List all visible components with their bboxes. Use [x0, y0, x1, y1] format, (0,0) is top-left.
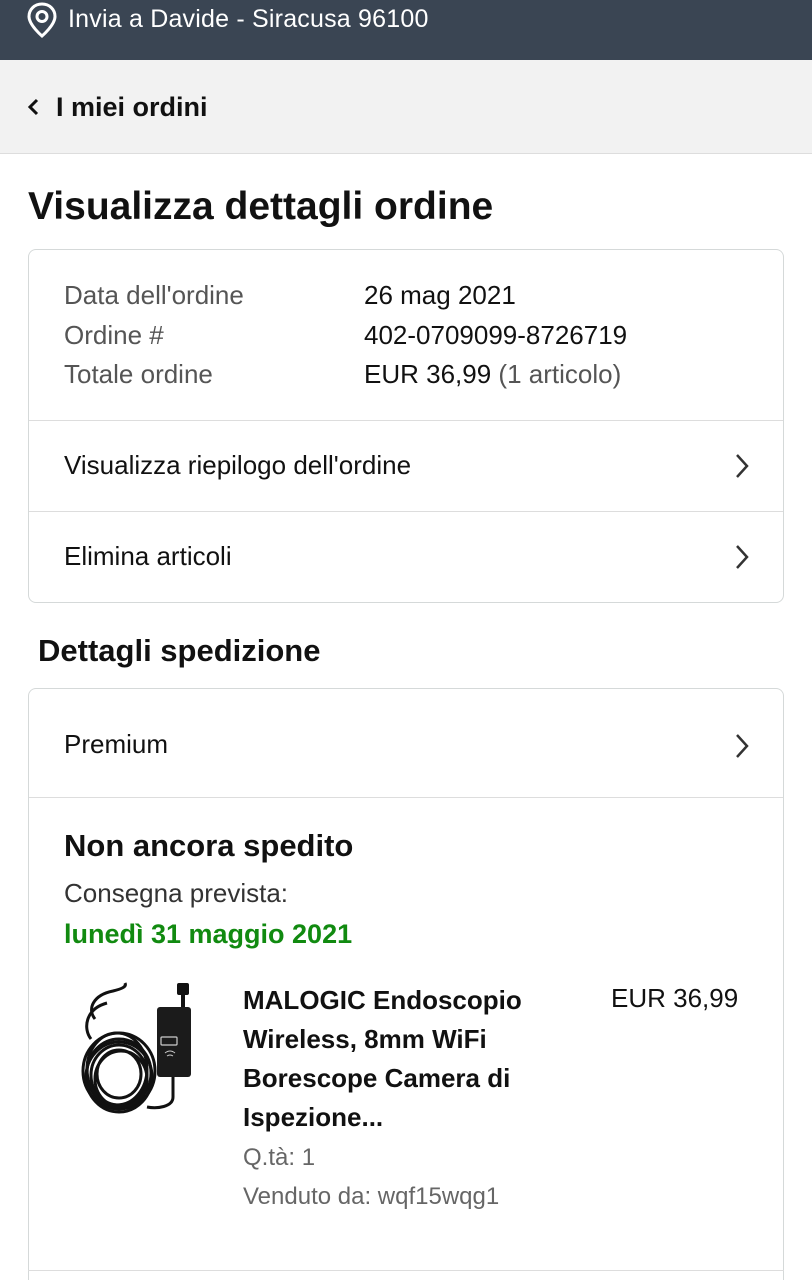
delete-items-label: Elimina articoli	[64, 541, 232, 571]
product-price: EUR 36,99	[611, 983, 739, 1013]
delivery-address-bar[interactable]: Invia a Davide - Siracusa 96100	[0, 0, 812, 60]
product-quantity: Q.tà: 1	[243, 1144, 316, 1171]
back-link-my-orders[interactable]: I miei ordini	[56, 90, 208, 124]
chevron-right-icon	[736, 545, 749, 569]
shipping-method-row[interactable]: Premium	[29, 689, 783, 797]
order-date-value: 26 mag 2021	[364, 280, 516, 310]
location-pin-icon	[27, 2, 57, 38]
view-order-summary-link[interactable]: Visualizza riepilogo dell'ordine	[29, 420, 783, 510]
order-number-label: Ordine #	[64, 319, 164, 350]
shipping-method-label: Premium	[64, 729, 169, 759]
order-total-label: Totale ordine	[64, 359, 213, 389]
product-seller: Venduto da: wqf15wqg1	[243, 1183, 500, 1210]
order-total-value: EUR 36,99	[364, 359, 492, 389]
order-total-row: Totale ordine EUR 36,99 (1 articolo)	[64, 355, 764, 395]
back-navigation[interactable]: I miei ordini	[0, 60, 812, 154]
chevron-right-icon	[736, 454, 749, 478]
shipment-card: Premium Non ancora spedito Consegna prev…	[28, 688, 784, 1280]
order-date-row: Data dell'ordine 26 mag 2021	[64, 276, 764, 316]
shipping-details-heading: Dettagli spedizione	[38, 633, 321, 668]
order-info: Data dell'ordine 26 mag 2021 Ordine # 40…	[64, 276, 764, 395]
divider	[29, 797, 783, 798]
shipment-status: Non ancora spedito	[64, 828, 354, 863]
order-date-label: Data dell'ordine	[64, 280, 244, 310]
delivery-address-text: Invia a Davide - Siracusa 96100	[68, 5, 429, 33]
delete-items-link[interactable]: Elimina articoli	[29, 511, 783, 601]
view-order-summary-label: Visualizza riepilogo dell'ordine	[64, 450, 412, 480]
order-total-value-group: EUR 36,99 (1 articolo)	[364, 355, 621, 394]
order-number-row: Ordine # 402-0709099-8726719	[64, 316, 764, 356]
order-summary-card: Data dell'ordine 26 mag 2021 Ordine # 40…	[28, 249, 784, 603]
estimated-delivery-label: Consegna prevista:	[64, 878, 289, 908]
page-title: Visualizza dettagli ordine	[28, 185, 494, 228]
chevron-left-icon	[27, 98, 39, 116]
order-item-count: (1 articolo)	[498, 359, 622, 389]
product-image[interactable]	[77, 979, 197, 1129]
order-number-value: 402-0709099-8726719	[364, 319, 628, 350]
product-title-link[interactable]: MALOGIC Endoscopio Wireless, 8mm WiFi Bo…	[243, 981, 563, 1137]
chevron-right-icon	[736, 734, 749, 758]
estimated-delivery-date: lunedì 31 maggio 2021	[64, 919, 353, 949]
divider	[28, 1270, 784, 1271]
